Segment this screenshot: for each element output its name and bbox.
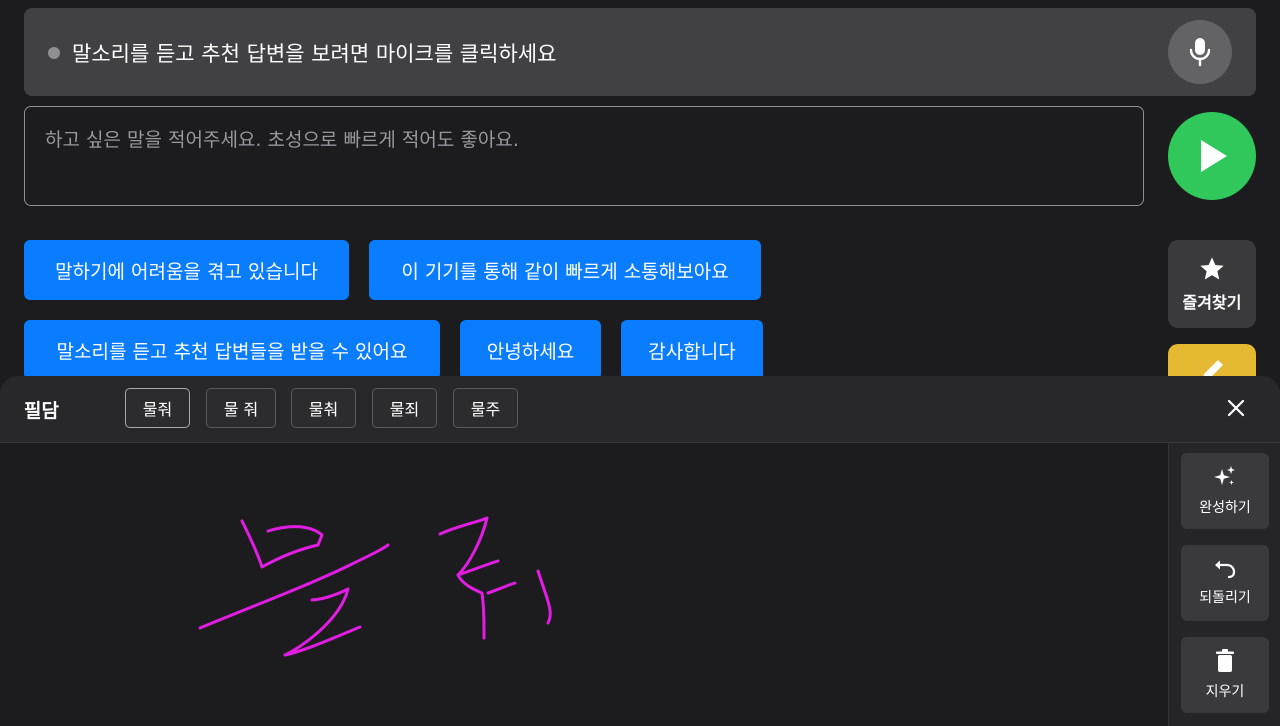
close-panel-button[interactable]: [1220, 392, 1252, 424]
handwriting-canvas[interactable]: [0, 443, 1168, 726]
phrase-button[interactable]: 안녕하세요: [460, 320, 601, 380]
favorites-button[interactable]: 즐겨찾기: [1168, 240, 1256, 328]
panel-title: 필담: [24, 400, 59, 422]
phrase-button[interactable]: 말소리를 듣고 추천 답변들을 받을 수 있어요: [24, 320, 440, 380]
candidate-chip-selected[interactable]: 물줘: [125, 388, 190, 428]
star-icon: [1200, 257, 1224, 280]
clear-label: 지우기: [1205, 684, 1245, 700]
status-dot-icon: [48, 47, 60, 59]
complete-label: 완성하기: [1199, 500, 1251, 516]
favorites-label: 즐겨찾기: [1182, 293, 1242, 312]
candidate-chip[interactable]: 물춰: [291, 388, 356, 428]
candidate-chip[interactable]: 물죄: [372, 388, 437, 428]
play-icon: [1201, 140, 1227, 172]
complete-button[interactable]: 완성하기: [1181, 453, 1269, 529]
ink-strokes: [198, 516, 552, 657]
microphone-icon: [1189, 38, 1211, 67]
listening-status-bar: 말소리를 듣고 추천 답변을 보려면 마이크를 클릭하세요: [24, 8, 1256, 96]
candidate-chip[interactable]: 물주: [453, 388, 518, 428]
handwriting-tools: 완성하기 되돌리기 지우기: [1168, 443, 1280, 726]
send-button[interactable]: [1168, 112, 1256, 200]
handwriting-panel: 필담 물줘 물 줘 물춰 물죄 물주 완성하기 되돌리기 지우기: [0, 376, 1280, 726]
phrase-button[interactable]: 감사합니다: [621, 320, 763, 380]
undo-label: 되돌리기: [1199, 590, 1251, 606]
phrase-button[interactable]: 말하기에 어려움을 겪고 있습니다: [24, 240, 349, 300]
sparkle-icon: [1214, 466, 1235, 485]
microphone-button[interactable]: [1168, 20, 1232, 84]
status-text: 말소리를 듣고 추천 답변을 보려면 마이크를 클릭하세요: [72, 42, 557, 66]
phrase-button[interactable]: 이 기기를 통해 같이 빠르게 소통해보아요: [369, 240, 761, 300]
message-input[interactable]: [24, 106, 1144, 206]
undo-button[interactable]: 되돌리기: [1181, 545, 1269, 621]
candidate-chip[interactable]: 물 줘: [206, 388, 276, 428]
undo-icon: [1215, 560, 1236, 579]
close-icon: [1227, 399, 1245, 417]
clear-button[interactable]: 지우기: [1181, 637, 1269, 713]
trash-icon: [1216, 649, 1234, 672]
panel-header: 필담 물줘 물 줘 물춰 물죄 물주: [0, 376, 1280, 443]
